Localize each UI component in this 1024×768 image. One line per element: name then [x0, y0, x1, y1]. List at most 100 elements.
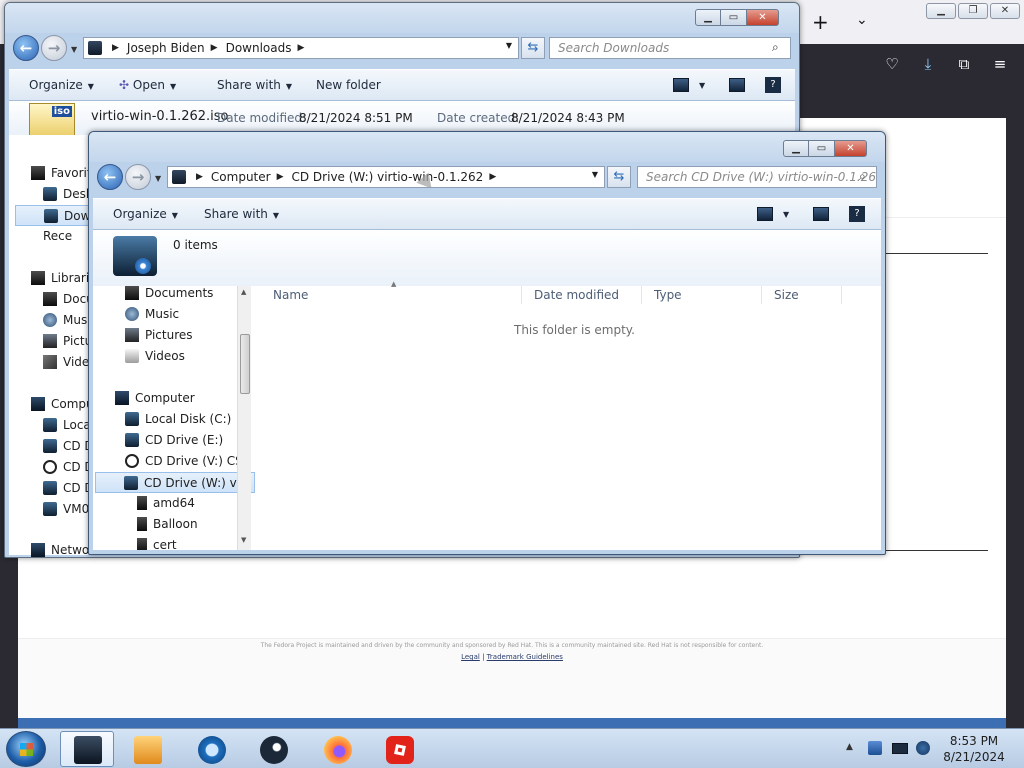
nav-item-desktop[interactable]: Desk: [43, 184, 93, 205]
tab-list-button[interactable]: ⌄: [856, 12, 868, 28]
column-header-size[interactable]: Size: [774, 288, 799, 302]
maximize-button[interactable]: ▭: [809, 140, 835, 157]
new-tab-button[interactable]: +: [812, 10, 829, 34]
breadcrumb-item[interactable]: Computer: [211, 170, 271, 184]
nav-item-computer[interactable]: Compu: [31, 394, 94, 415]
nav-item-vm-drive[interactable]: VM0: [43, 499, 89, 520]
open-button[interactable]: ✣ Open ▼: [119, 78, 176, 92]
nav-item-folder-amd64[interactable]: amd64: [137, 493, 195, 514]
nav-item-local-disk[interactable]: Local Disk (C:): [125, 409, 231, 430]
nav-scrollbar[interactable]: ▲ ▼: [237, 286, 251, 550]
trademark-link[interactable]: Trademark Guidelines: [487, 653, 563, 661]
organize-menu[interactable]: Organize ▼: [113, 207, 178, 221]
column-header-name[interactable]: Name: [273, 288, 308, 302]
volume-tray-icon[interactable]: [916, 741, 930, 755]
nav-item-cd-drive[interactable]: CD D: [43, 457, 94, 478]
start-button[interactable]: [6, 731, 46, 767]
legal-link[interactable]: Legal: [461, 653, 480, 661]
network-tray-icon[interactable]: [868, 741, 882, 755]
taskbar-app-roblox[interactable]: [372, 731, 426, 767]
maximize-button[interactable]: ▭: [721, 9, 747, 26]
recent-pages-chevron-icon[interactable]: ▼: [155, 174, 161, 183]
window-title-bar[interactable]: [89, 132, 885, 162]
address-dropdown-icon[interactable]: ▼: [592, 170, 598, 179]
nav-item-pictures[interactable]: Pictu: [43, 331, 92, 352]
nav-item-cd-drive[interactable]: CD D: [43, 478, 94, 499]
pocket-icon[interactable]: ♡: [882, 54, 902, 74]
nav-item-cd-drive-e[interactable]: CD Drive (E:): [125, 430, 223, 451]
organize-menu[interactable]: Organize ▼: [29, 78, 94, 92]
browser-minimize-button[interactable]: ▁: [926, 3, 956, 19]
nav-item-videos[interactable]: Videos: [125, 346, 185, 367]
share-with-menu[interactable]: Share with ▼: [204, 207, 279, 221]
nav-item-recent[interactable]: Rece: [43, 226, 72, 247]
nav-item-cd-drive-w[interactable]: CD Drive (W:) virt: [95, 472, 255, 493]
item-count: 0 items: [173, 238, 218, 252]
breadcrumb-item[interactable]: CD Drive (W:) virtio-win-0.1.262: [292, 170, 484, 184]
new-folder-button[interactable]: New folder: [316, 78, 381, 92]
cd-drive-explorer-window[interactable]: ▁ ▭ ✕ ← → ▼ ▶ Computer ▶ CD Drive (W:) v…: [88, 131, 886, 555]
nav-item-network[interactable]: Netwo: [31, 540, 89, 557]
tray-expand-button[interactable]: ▲: [846, 742, 853, 752]
help-icon[interactable]: ?: [765, 77, 781, 93]
refresh-button[interactable]: ⇆: [607, 166, 631, 188]
preview-pane-icon[interactable]: [729, 78, 745, 92]
search-input[interactable]: Search Downloads: [549, 37, 791, 59]
back-button[interactable]: ←: [97, 164, 123, 190]
nav-item-downloads[interactable]: Down: [15, 205, 98, 226]
taskbar-app-firefox[interactable]: [310, 731, 364, 767]
forward-button[interactable]: →: [125, 164, 151, 190]
nav-item-documents[interactable]: Docu: [43, 289, 94, 310]
breadcrumb-item[interactable]: Downloads: [226, 41, 292, 55]
close-button[interactable]: ✕: [747, 9, 779, 26]
address-bar[interactable]: ▶ Joseph Biden ▶ Downloads ▶ ▼: [83, 37, 519, 59]
extensions-icon[interactable]: ⧉: [954, 54, 974, 74]
browser-close-button[interactable]: ✕: [990, 3, 1020, 19]
nav-item-favorites[interactable]: Favorit: [31, 163, 92, 184]
nav-item-pictures[interactable]: Pictures: [125, 325, 193, 346]
minimize-button[interactable]: ▁: [783, 140, 809, 157]
taskbar-app-launcher[interactable]: [184, 731, 238, 767]
menu-icon[interactable]: ≡: [990, 54, 1010, 74]
nav-item-music[interactable]: Musi: [43, 310, 91, 331]
nav-item-folder-balloon[interactable]: Balloon: [137, 514, 198, 535]
column-header-date-modified[interactable]: Date modified: [534, 288, 619, 302]
search-input[interactable]: Search CD Drive (W:) virtio-win-0.1.262: [637, 166, 877, 188]
nav-item-cd-drive[interactable]: CD D: [43, 436, 94, 457]
column-header-type[interactable]: Type: [654, 288, 682, 302]
taskbar-app-media-player[interactable]: [120, 731, 174, 767]
scroll-down-arrow-icon[interactable]: ▼: [241, 536, 246, 544]
change-view-icon[interactable]: [757, 207, 773, 221]
change-view-icon[interactable]: [673, 78, 689, 92]
address-dropdown-icon[interactable]: ▼: [506, 41, 512, 50]
breadcrumb-item[interactable]: Joseph Biden: [127, 41, 205, 55]
help-icon[interactable]: ?: [849, 206, 865, 222]
scroll-thumb[interactable]: [240, 334, 250, 394]
download-icon[interactable]: ⤓: [918, 54, 938, 74]
browser-restore-button[interactable]: ❐: [958, 3, 988, 19]
nav-item-local-disk[interactable]: Loca: [43, 415, 91, 436]
view-options-chevron-icon[interactable]: ▼: [699, 81, 705, 90]
minimize-button[interactable]: ▁: [695, 9, 721, 26]
nav-item-folder-cert[interactable]: cert: [137, 535, 177, 550]
system-clock[interactable]: 8:53 PM 8/21/2024: [934, 733, 1014, 765]
view-options-chevron-icon[interactable]: ▼: [783, 210, 789, 219]
window-title-bar[interactable]: [5, 3, 799, 33]
back-button[interactable]: ←: [13, 35, 39, 61]
address-bar[interactable]: ▶ Computer ▶ CD Drive (W:) virtio-win-0.…: [167, 166, 605, 188]
close-button[interactable]: ✕: [835, 140, 867, 157]
taskbar-app-explorer[interactable]: [60, 731, 114, 767]
nav-item-computer[interactable]: Computer: [115, 388, 195, 409]
nav-item-documents[interactable]: Documents: [125, 286, 213, 304]
share-with-menu[interactable]: Share with ▼: [217, 78, 292, 92]
nav-item-music[interactable]: Music: [125, 304, 179, 325]
forward-button[interactable]: →: [41, 35, 67, 61]
taskbar-app-steam[interactable]: [246, 731, 300, 767]
scroll-up-arrow-icon[interactable]: ▲: [241, 288, 246, 296]
refresh-button[interactable]: ⇆: [521, 37, 545, 59]
display-tray-icon[interactable]: [892, 743, 908, 754]
nav-item-cd-drive-v[interactable]: CD Drive (V:) CSS: [125, 451, 250, 472]
preview-pane-icon[interactable]: [813, 207, 829, 221]
recent-pages-chevron-icon[interactable]: ▼: [71, 45, 77, 54]
nav-item-libraries[interactable]: Librarie: [31, 268, 97, 289]
